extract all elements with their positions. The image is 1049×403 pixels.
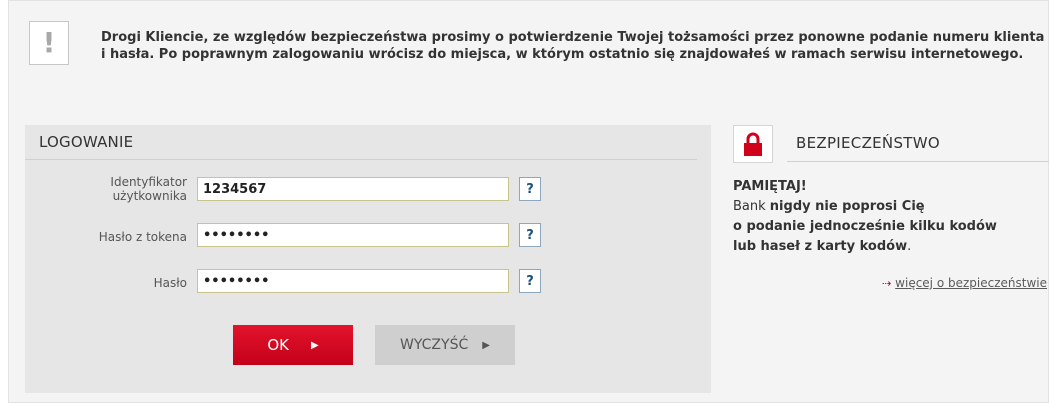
arrow-right-icon: ▶	[482, 339, 490, 351]
username-label-line1: Identyfikator	[110, 175, 187, 189]
token-password-help-button[interactable]: ?	[519, 223, 541, 247]
lock-icon	[733, 125, 773, 163]
exclamation-icon: !	[29, 21, 69, 65]
username-label-line2: użytkownika	[112, 189, 187, 203]
notice-text: Drogi Kliencie, ze względów bezpieczeńst…	[101, 30, 1045, 62]
security-text: PAMIĘTAJ! Bank nigdy nie poprosi Cię o p…	[733, 177, 1049, 257]
security-line3-bold: lub haseł z karty kodów	[733, 239, 908, 254]
username-input[interactable]	[197, 177, 509, 201]
password-help-button[interactable]: ?	[519, 269, 541, 293]
security-notice: ! Drogi Kliencie, ze względów bezpieczeń…	[29, 21, 1044, 109]
login-divider	[25, 159, 697, 160]
remember-heading: PAMIĘTAJ!	[733, 179, 807, 194]
security-line1-bold: nigdy nie poprosi Cię	[769, 199, 925, 214]
security-panel: BEZPIECZEŃSTWO PAMIĘTAJ! Bank nigdy nie …	[733, 125, 1049, 365]
token-password-label: Hasło z tokena	[98, 230, 187, 244]
login-panel: LOGOWANIE Identyfikator użytkownika ? Ha…	[25, 125, 711, 393]
security-title: BEZPIECZEŃSTWO	[796, 134, 940, 152]
security-divider	[787, 161, 1049, 162]
login-title: LOGOWANIE	[39, 133, 134, 151]
username-help-button[interactable]: ?	[519, 177, 541, 201]
security-line1-prefix: Bank	[733, 199, 770, 214]
ok-button-label: OK	[267, 336, 289, 354]
more-security-link[interactable]: ⇢ więcej o bezpieczeństwie	[882, 276, 1047, 290]
password-input[interactable]	[197, 269, 509, 293]
security-line3-suffix: .	[907, 239, 912, 254]
arrow-right-icon: ▶	[310, 339, 319, 351]
more-security-link-label: więcej o bezpieczeństwie	[895, 276, 1047, 290]
page-container: ! Drogi Kliencie, ze względów bezpieczeń…	[8, 0, 1049, 403]
username-label: Identyfikator użytkownika	[65, 175, 187, 203]
clear-button[interactable]: WYCZYŚĆ ▶	[375, 325, 515, 365]
arrow-right-icon: ⇢	[881, 277, 892, 290]
password-label: Hasło	[153, 276, 187, 290]
ok-button[interactable]: OK ▶	[233, 325, 353, 365]
security-line2-bold: o podanie jednocześnie kilku kodów	[733, 219, 997, 234]
token-password-input[interactable]	[197, 223, 509, 247]
clear-button-label: WYCZYŚĆ	[400, 337, 469, 353]
